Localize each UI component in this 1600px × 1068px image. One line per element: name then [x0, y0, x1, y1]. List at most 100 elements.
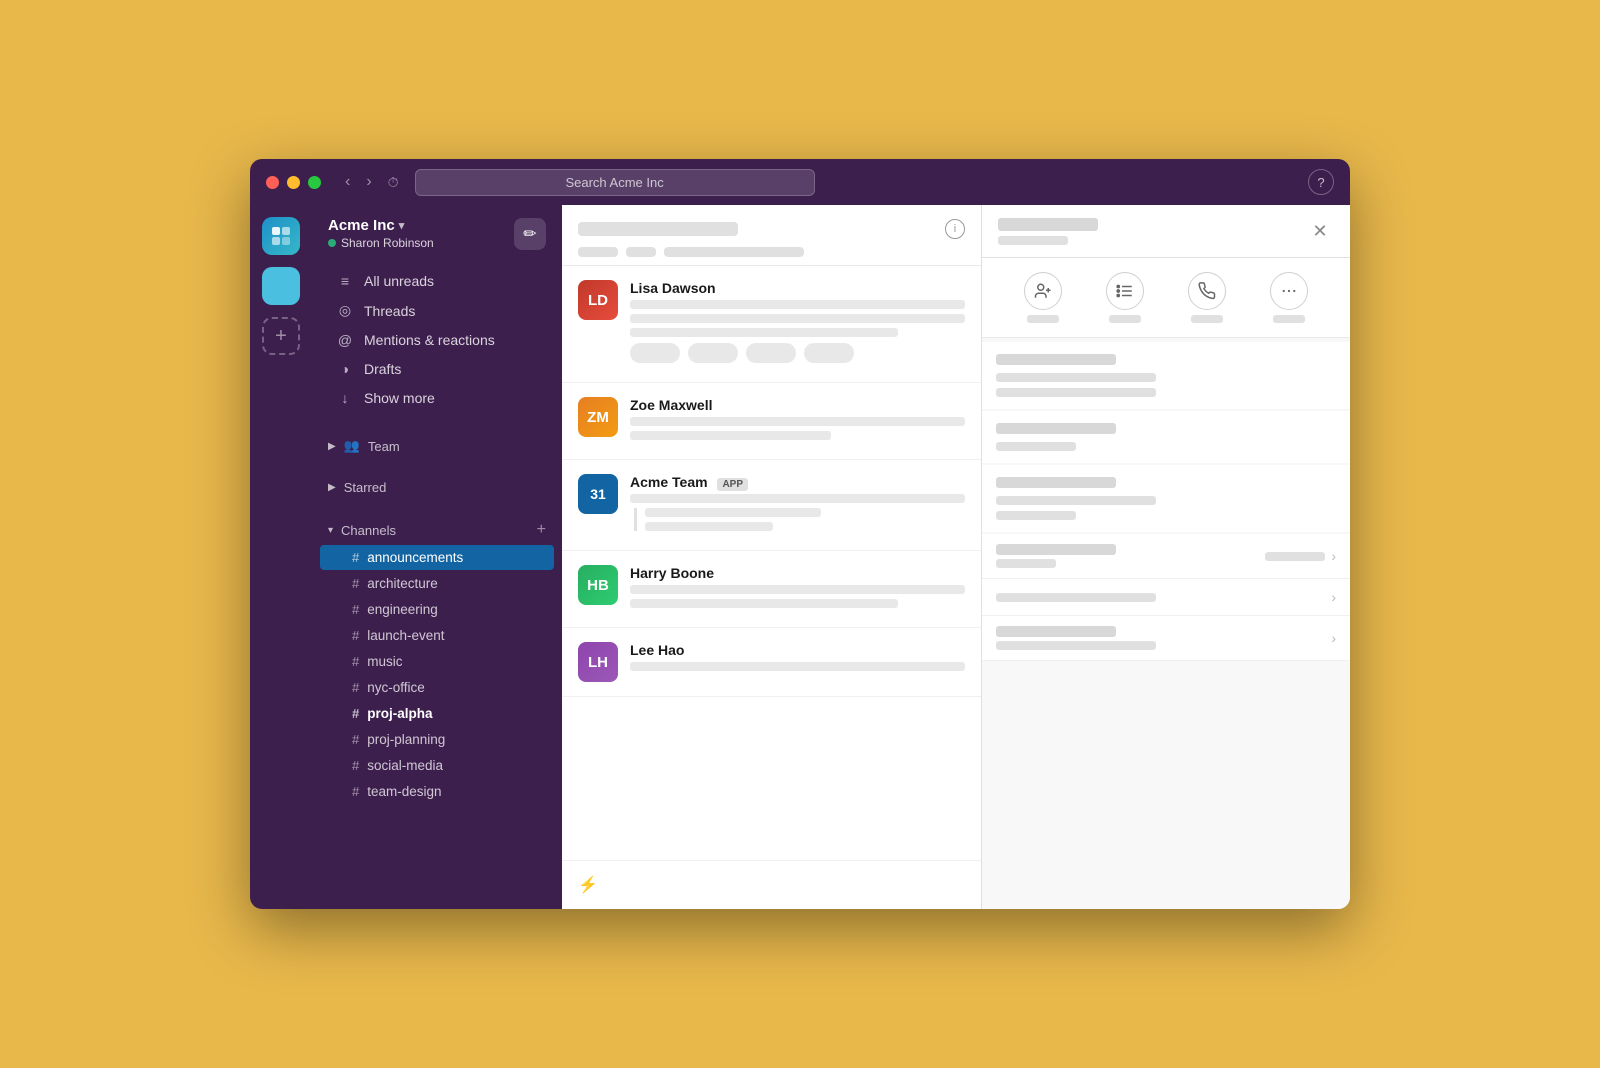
detail-sub-skeleton [998, 236, 1068, 245]
sidebar-item-show-more[interactable]: ↓ Show more [320, 384, 554, 412]
message-item-acme[interactable]: 31 Acme Team APP [562, 460, 981, 551]
msg-name-lisa: Lisa Dawson [630, 280, 965, 296]
msg-content-zoe: Zoe Maxwell [630, 397, 965, 445]
call-action[interactable] [1188, 272, 1226, 323]
team-section: ▶ 👥 Team [312, 433, 562, 459]
channels-section: ▾ Channels + # announcements # architect… [312, 516, 562, 805]
message-item-lee[interactable]: LH Lee Hao [562, 628, 981, 697]
titlebar: ‹ › ⏱ Search Acme Inc ? [250, 159, 1350, 205]
msg-content-lisa: Lisa Dawson [630, 280, 965, 368]
search-action[interactable] [1106, 272, 1144, 323]
icon-rail: + [250, 205, 312, 909]
sidebar-item-drafts[interactable]: ◑ Drafts [320, 355, 554, 383]
detail-section-row-3[interactable]: › [982, 616, 1350, 661]
maximize-traffic-light[interactable] [308, 176, 321, 189]
add-person-icon [1024, 272, 1062, 310]
starred-section: ▶ Starred [312, 475, 562, 500]
workspace-name[interactable]: Acme Inc ▾ [328, 217, 434, 234]
action-icons-row [982, 258, 1350, 338]
avatar-lee: LH [578, 642, 618, 682]
detail-section-row-2[interactable]: › [982, 579, 1350, 616]
search-list-icon [1106, 272, 1144, 310]
workspace-chevron-icon: ▾ [399, 219, 405, 232]
channels-section-header[interactable]: ▾ Channels + [312, 516, 562, 544]
forward-button[interactable]: › [362, 171, 375, 193]
starred-section-header[interactable]: ▶ Starred [312, 475, 562, 500]
channel-item-proj-planning[interactable]: # proj-planning [320, 727, 554, 752]
team-section-header[interactable]: ▶ 👥 Team [312, 433, 562, 459]
message-item-zoe[interactable]: ZM Zoe Maxwell [562, 383, 981, 460]
drafts-icon: ◑ [336, 361, 354, 377]
user-status: Sharon Robinson [328, 236, 434, 250]
sidebar-nav: ≡ All unreads ◎ Threads @ Mentions & rea… [312, 262, 562, 417]
app-badge: APP [717, 478, 748, 491]
workspace-icon-secondary[interactable] [262, 267, 300, 305]
threads-icon: ◎ [336, 302, 354, 319]
chevron-right-icon: › [1331, 548, 1336, 564]
add-workspace-button[interactable]: + [262, 317, 300, 355]
channel-item-proj-alpha[interactable]: # proj-alpha [320, 701, 554, 726]
acme-thread-indent [634, 508, 965, 531]
app-body: + Acme Inc ▾ Sharon Robinson ✏ [250, 205, 1350, 909]
msg-name-zoe: Zoe Maxwell [630, 397, 965, 413]
all-unreads-icon: ≡ [336, 273, 354, 289]
show-more-icon: ↓ [336, 390, 354, 406]
hash-icon: # [352, 576, 359, 591]
minimize-traffic-light[interactable] [287, 176, 300, 189]
msg-name-lee: Lee Hao [630, 642, 965, 658]
lightning-icon: ⚡ [578, 875, 598, 895]
hash-icon: # [352, 550, 359, 565]
channel-title-skeleton [578, 222, 738, 236]
history-button[interactable]: ⏱ [388, 174, 399, 191]
channel-item-social-media[interactable]: # social-media [320, 753, 554, 778]
workspace-icon-primary[interactable] [262, 217, 300, 255]
compose-button[interactable]: ✏ [514, 218, 546, 250]
msg-name-harry: Harry Boone [630, 565, 965, 581]
msg-content-acme: Acme Team APP [630, 474, 965, 536]
close-traffic-light[interactable] [266, 176, 279, 189]
channels-arrow-icon: ▾ [328, 525, 333, 536]
channel-item-announcements[interactable]: # announcements [320, 545, 554, 570]
channels-add-button[interactable]: + [537, 521, 546, 539]
status-dot-icon [328, 239, 336, 247]
hash-icon: # [352, 732, 359, 747]
msg-name-acme: Acme Team APP [630, 474, 965, 490]
traffic-lights [266, 176, 321, 189]
close-button[interactable]: ✕ [1306, 217, 1334, 245]
channel-item-nyc-office[interactable]: # nyc-office [320, 675, 554, 700]
help-button[interactable]: ? [1308, 169, 1334, 195]
detail-title-skeleton [998, 218, 1098, 231]
channel-item-team-design[interactable]: # team-design [320, 779, 554, 804]
channel-item-engineering[interactable]: # engineering [320, 597, 554, 622]
hash-icon: # [352, 784, 359, 799]
channel-item-architecture[interactable]: # architecture [320, 571, 554, 596]
info-icon[interactable]: i [945, 219, 965, 239]
chevron-right-icon-2: › [1331, 589, 1336, 605]
add-person-action[interactable] [1024, 272, 1062, 323]
message-item-harry[interactable]: HB Harry Boone [562, 551, 981, 628]
avatar-zoe: ZM [578, 397, 618, 437]
message-item-lisa[interactable]: LD Lisa Dawson [562, 266, 981, 383]
app-window: ‹ › ⏱ Search Acme Inc ? + [250, 159, 1350, 909]
detail-section-row-1[interactable]: › [982, 534, 1350, 579]
sidebar-item-mentions[interactable]: @ Mentions & reactions [320, 326, 554, 354]
channel-item-launch-event[interactable]: # launch-event [320, 623, 554, 648]
more-action[interactable] [1270, 272, 1308, 323]
hash-icon: # [352, 628, 359, 643]
sidebar-item-threads[interactable]: ◎ Threads [320, 296, 554, 325]
hash-icon: # [352, 654, 359, 669]
search-bar[interactable]: Search Acme Inc [415, 169, 815, 196]
detail-content: › › [982, 338, 1350, 909]
starred-arrow-icon: ▶ [328, 482, 336, 493]
sidebar-header: Acme Inc ▾ Sharon Robinson ✏ [312, 205, 562, 262]
avatar-lisa: LD [578, 280, 618, 320]
sidebar-item-all-unreads[interactable]: ≡ All unreads [320, 267, 554, 295]
nav-arrows: ‹ › [341, 171, 376, 193]
team-arrow-icon: ▶ [328, 441, 336, 452]
meta-skeleton-2 [626, 247, 656, 257]
hash-icon: # [352, 706, 359, 721]
hash-icon: # [352, 758, 359, 773]
back-button[interactable]: ‹ [341, 171, 354, 193]
detail-panel: ✕ [982, 205, 1350, 909]
channel-item-music[interactable]: # music [320, 649, 554, 674]
